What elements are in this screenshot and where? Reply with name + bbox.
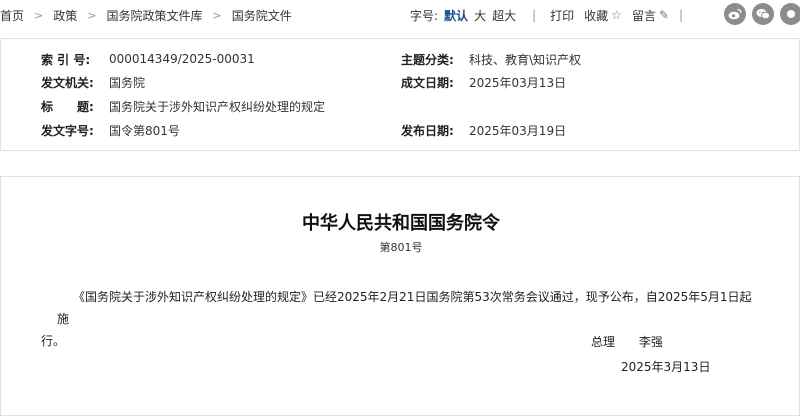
sign-date: 2025年3月13日	[621, 360, 711, 374]
document-number: 第801号	[379, 241, 423, 254]
document-info-panel: 索 引 号: 000014349/2025-00031 主题分类: 科技、教育\…	[0, 38, 800, 151]
document-panel: 中华人民共和国国务院令 第801号 《国务院关于涉外知识产权纠纷处理的规定》已经…	[0, 176, 800, 416]
doc-number-label: 发文字号:	[41, 123, 94, 138]
breadcrumb-home-link[interactable]: 首页	[0, 7, 24, 24]
breadcrumb-separator: >	[34, 8, 44, 22]
font-size-default-button[interactable]: 默认	[444, 7, 468, 24]
breadcrumb-separator: >	[212, 8, 222, 22]
toolbar-divider: |	[679, 8, 684, 22]
info-row-written-date: 成文日期: 2025年03月13日	[401, 72, 566, 92]
font-size-large-button[interactable]: 大	[474, 7, 486, 24]
document-title: 中华人民共和国国务院令	[302, 213, 500, 234]
wechat-icon	[756, 9, 770, 20]
breadcrumb-separator: >	[87, 8, 97, 22]
category-label: 主题分类:	[401, 52, 454, 67]
issuer-label: 发文机关:	[41, 75, 94, 90]
top-bar: 首页 > 政策 > 国务院政策文件库 > 国务院文件 字号: 默认 大 超大 |…	[0, 0, 800, 30]
body-paragraph-line1: 《国务院关于涉外知识产权纠纷处理的规定》已经2025年2月21日国务院第53次常…	[57, 290, 752, 326]
signer-title: 总理	[591, 335, 616, 349]
weibo-share-button[interactable]	[724, 3, 746, 25]
doc-number-value: 国令第801号	[109, 123, 180, 138]
comment-button[interactable]: 留言 ✎	[632, 7, 669, 24]
more-share-button[interactable]	[780, 3, 800, 25]
title-label: 标 题:	[41, 99, 94, 114]
signature: 总理 李强	[591, 333, 663, 350]
info-row-index: 索 引 号: 000014349/2025-00031	[41, 49, 255, 69]
index-value: 000014349/2025-00031	[109, 52, 255, 66]
weibo-icon	[728, 8, 742, 20]
title-value: 国务院关于涉外知识产权纠纷处理的规定	[109, 99, 326, 114]
info-row-issuer: 发文机关: 国务院	[41, 72, 145, 92]
favorite-button[interactable]: 收藏 ☆	[584, 7, 622, 24]
publish-date-value: 2025年03月19日	[469, 123, 567, 138]
print-label: 打印	[550, 8, 575, 23]
more-icon	[787, 10, 795, 18]
breadcrumb-documents-link[interactable]: 国务院文件	[232, 7, 292, 24]
breadcrumb-library-link[interactable]: 国务院政策文件库	[106, 7, 202, 24]
star-icon: ☆	[611, 8, 622, 22]
written-date-label: 成文日期:	[401, 75, 454, 90]
font-size-xlarge-button[interactable]: 超大	[492, 7, 516, 24]
font-size-label: 字号:	[410, 8, 439, 23]
comment-label: 留言	[631, 8, 656, 23]
publish-date-label: 发布日期:	[401, 123, 454, 138]
issuer-value: 国务院	[109, 75, 146, 90]
favorite-label: 收藏	[584, 8, 609, 23]
info-row-doc-number: 发文字号: 国令第801号	[41, 120, 180, 140]
toolbar-divider: |	[532, 8, 537, 22]
toolbar: 字号: 默认 大 超大 | 打印 收藏 ☆ 留言 ✎ |	[410, 0, 697, 30]
index-label: 索 引 号:	[41, 52, 91, 67]
written-date-value: 2025年03月13日	[469, 75, 567, 90]
info-row-title: 标 题: 国务院关于涉外知识产权纠纷处理的规定	[41, 96, 325, 116]
info-row-category: 主题分类: 科技、教育\知识产权	[401, 49, 581, 69]
breadcrumb-policy-link[interactable]: 政策	[53, 7, 77, 24]
wechat-share-button[interactable]	[752, 3, 774, 25]
print-button[interactable]: 打印	[550, 7, 574, 24]
breadcrumb: 首页 > 政策 > 国务院政策文件库 > 国务院文件	[0, 7, 292, 24]
pencil-icon: ✎	[658, 8, 670, 22]
category-value: 科技、教育\知识产权	[469, 52, 582, 67]
signer-name: 李强	[638, 335, 663, 349]
info-row-publish-date: 发布日期: 2025年03月19日	[401, 120, 566, 140]
